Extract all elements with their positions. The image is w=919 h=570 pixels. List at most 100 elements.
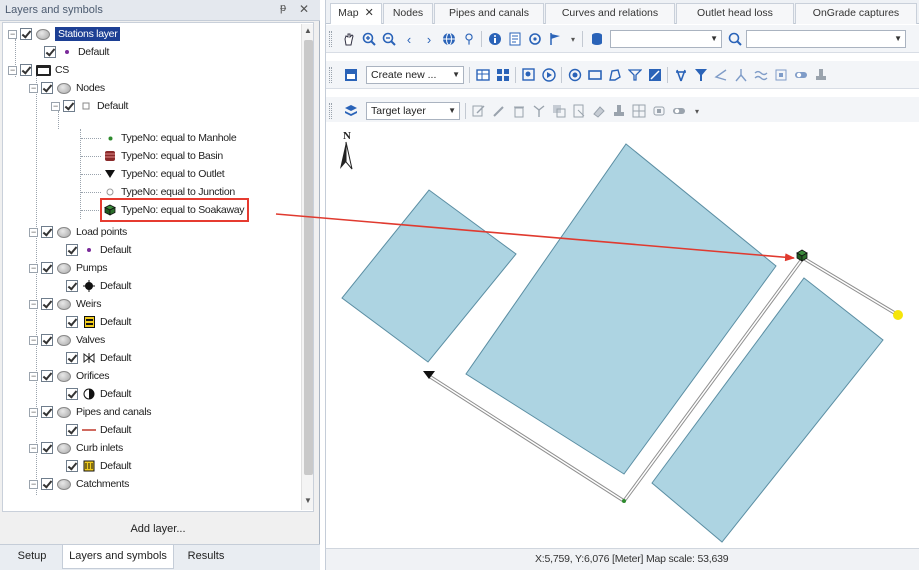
funnel-icon[interactable] <box>692 66 710 84</box>
toolbar-overflow-icon[interactable]: ▾ <box>688 102 706 120</box>
pin-icon[interactable]: ᵽ <box>275 2 291 18</box>
tab-nodes[interactable]: Nodes <box>383 3 433 24</box>
properties-icon[interactable] <box>506 30 524 48</box>
junction-node-icon[interactable] <box>893 310 903 320</box>
checkbox[interactable] <box>20 64 32 76</box>
tab-outlet-head-loss[interactable]: Outlet head loss <box>676 3 794 24</box>
pan-hand-icon[interactable] <box>340 30 358 48</box>
collapse-icon[interactable]: − <box>8 29 17 39</box>
collapse-icon[interactable]: − <box>29 443 38 453</box>
checkbox[interactable] <box>41 370 53 382</box>
map-canvas[interactable]: N <box>326 122 919 547</box>
flag-icon[interactable] <box>546 30 564 48</box>
point-tool-icon[interactable] <box>566 66 584 84</box>
tab-layers-and-symbols[interactable]: Layers and symbols <box>62 545 174 569</box>
tab-ongrade-captures[interactable]: OnGrade captures <box>795 3 917 24</box>
tree-item-catchments[interactable]: − Catchments <box>29 475 129 493</box>
grid-snap-icon[interactable] <box>772 66 790 84</box>
scroll-up-icon[interactable]: ▲ <box>304 26 312 35</box>
layers-stack-icon[interactable] <box>342 102 360 120</box>
checkbox[interactable] <box>41 298 53 310</box>
checkbox[interactable] <box>66 316 78 328</box>
checkbox[interactable] <box>41 478 53 490</box>
forward-icon[interactable]: › <box>420 30 438 48</box>
tree-item-load-points-default[interactable]: Default <box>66 241 131 259</box>
create-feature-icon[interactable] <box>342 66 360 84</box>
tree-item-pipes-and-canals[interactable]: − Pipes and canals <box>29 403 151 421</box>
cut-icon[interactable] <box>570 102 588 120</box>
smooth-icon[interactable] <box>752 66 770 84</box>
trace-tool-icon[interactable] <box>672 66 690 84</box>
checkbox[interactable] <box>66 424 78 436</box>
checkbox[interactable] <box>66 460 78 472</box>
tree-item-curb-inlets-default[interactable]: Default <box>66 457 131 475</box>
back-icon[interactable]: ‹ <box>400 30 418 48</box>
zoom-in-icon[interactable] <box>360 30 378 48</box>
delete-icon[interactable] <box>510 102 528 120</box>
copy-icon[interactable] <box>550 102 568 120</box>
search-icon[interactable] <box>726 30 744 48</box>
collapse-icon[interactable]: − <box>51 101 60 111</box>
tree-item-valves-default[interactable]: Default <box>66 349 131 367</box>
toggle-icon[interactable] <box>792 66 810 84</box>
flag-dropdown-icon[interactable]: ▾ <box>564 30 582 48</box>
globe-icon[interactable] <box>440 30 458 48</box>
checkbox[interactable] <box>44 46 56 58</box>
location-pin-icon[interactable]: ⚲ <box>460 30 478 48</box>
tree-item-orifices[interactable]: − Orifices <box>29 367 109 385</box>
tree-item-orifices-default[interactable]: Default <box>66 385 131 403</box>
checkbox[interactable] <box>41 82 53 94</box>
collapse-icon[interactable]: − <box>29 479 38 489</box>
tab-results[interactable]: Results <box>176 545 236 569</box>
layer-select-dropdown[interactable]: ▼ <box>610 30 722 48</box>
tree-item-pumps-default[interactable]: Default <box>66 277 131 295</box>
checkbox[interactable] <box>20 28 32 40</box>
checkbox[interactable] <box>66 244 78 256</box>
measure-angle-icon[interactable] <box>712 66 730 84</box>
collapse-icon[interactable]: − <box>29 407 38 417</box>
checkbox[interactable] <box>66 352 78 364</box>
target-icon[interactable] <box>526 30 544 48</box>
database-icon[interactable] <box>588 30 606 48</box>
tree-item-pipes-default[interactable]: Default <box>66 421 131 439</box>
collapse-icon[interactable]: − <box>29 335 38 345</box>
soakaway-node-icon[interactable] <box>796 249 808 262</box>
tab-pipes-and-canals[interactable]: Pipes and canals <box>434 3 544 24</box>
collapse-icon[interactable]: − <box>29 227 38 237</box>
grid-icon[interactable] <box>494 66 512 84</box>
tree-item-nodes[interactable]: − Nodes <box>29 79 105 97</box>
pencil-icon[interactable] <box>490 102 508 120</box>
checkbox[interactable] <box>41 406 53 418</box>
search-input[interactable]: ▼ <box>746 30 906 48</box>
create-new-dropdown[interactable]: Create new ... ▼ <box>366 66 464 84</box>
tab-curves-and-relations[interactable]: Curves and relations <box>545 3 675 24</box>
stamp-icon[interactable] <box>610 102 628 120</box>
tab-setup[interactable]: Setup <box>4 545 60 569</box>
tree-item-basin[interactable]: TypeNo: equal to Basin <box>103 147 223 165</box>
tree-scrollbar[interactable]: ▲ ▼ <box>301 24 313 510</box>
tree-item-soakaway[interactable]: TypeNo: equal to Soakaway <box>99 198 250 222</box>
checkbox[interactable] <box>41 262 53 274</box>
tree-item-junction[interactable]: TypeNo: equal to Junction <box>103 183 235 201</box>
tree-item-manhole[interactable]: TypeNo: equal to Manhole <box>103 129 237 147</box>
tab-map[interactable]: Map ✕ <box>330 3 382 24</box>
branch-icon[interactable] <box>530 102 548 120</box>
collapse-icon[interactable]: − <box>29 83 38 93</box>
edit-shape-icon[interactable] <box>646 66 664 84</box>
catchment-polygon[interactable] <box>341 189 517 363</box>
tree-item-stations-default[interactable]: Default <box>44 43 109 61</box>
scroll-down-icon[interactable]: ▼ <box>304 496 312 505</box>
tree-item-outlet[interactable]: TypeNo: equal to Outlet <box>103 165 225 183</box>
circle-arrow-icon[interactable] <box>540 66 558 84</box>
filter-tool-icon[interactable] <box>626 66 644 84</box>
tree-item-pumps[interactable]: − Pumps <box>29 259 107 277</box>
tree-item-valves[interactable]: − Valves <box>29 331 105 349</box>
collapse-icon[interactable]: − <box>29 299 38 309</box>
manhole-node-icon[interactable] <box>622 499 626 503</box>
checkbox[interactable] <box>41 442 53 454</box>
toggle-icon[interactable] <box>670 102 688 120</box>
checkbox[interactable] <box>63 100 75 112</box>
tree-item-weirs-default[interactable]: Default <box>66 313 131 331</box>
zoom-out-icon[interactable] <box>380 30 398 48</box>
tree-item-nodes-default[interactable]: − Default <box>51 97 128 115</box>
